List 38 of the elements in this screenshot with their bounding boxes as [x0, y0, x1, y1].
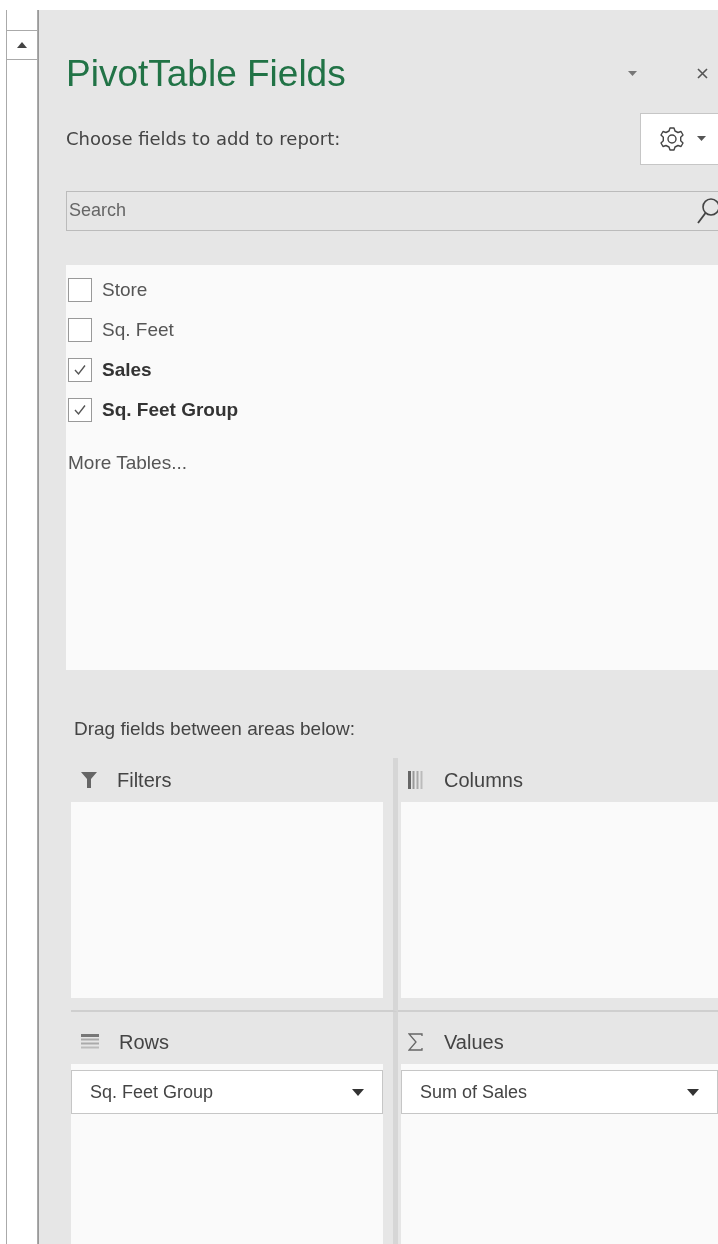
checkbox[interactable]: [68, 277, 92, 302]
checkbox[interactable]: [68, 317, 92, 342]
area-label: Rows: [119, 1030, 169, 1054]
rows-icon: [81, 1034, 99, 1050]
drop-area[interactable]: Sum of Sales: [401, 1064, 718, 1244]
caret-down-icon: [352, 1088, 364, 1096]
filter-icon: [81, 771, 97, 789]
search-icon: [696, 196, 718, 225]
caret-up-icon: [17, 42, 27, 48]
more-tables-link[interactable]: More Tables...: [68, 451, 187, 474]
sigma-icon: [408, 1033, 424, 1051]
gear-icon: [659, 125, 685, 152]
scrollbar[interactable]: [6, 10, 38, 1244]
check-icon: [73, 363, 87, 376]
field-label[interactable]: Sq. Feet Group: [102, 398, 239, 421]
checkbox[interactable]: [68, 357, 92, 382]
field-label[interactable]: Store: [102, 278, 148, 301]
close-icon: [697, 68, 708, 80]
tools-button[interactable]: [640, 112, 718, 165]
search-field[interactable]: Search: [66, 190, 718, 231]
check-icon: [73, 403, 87, 416]
area-label: Values: [444, 1030, 504, 1054]
field-label[interactable]: Sq. Feet: [102, 318, 174, 341]
drop-area[interactable]: Sq. Feet Group: [71, 1064, 383, 1244]
checkbox[interactable]: [68, 397, 92, 422]
field-dropdown[interactable]: Sq. Feet Group: [71, 1070, 383, 1114]
field-label[interactable]: Sales: [102, 358, 152, 381]
scroll-up-button[interactable]: [7, 30, 37, 60]
instruction-text: Drag fields between areas below:: [74, 718, 356, 742]
instruction-text: Choose fields to add to report:: [66, 128, 342, 150]
area-label: Filters: [117, 768, 172, 792]
caret-down-icon: [687, 1088, 699, 1096]
caret-down-icon: [697, 136, 706, 142]
pane-title: PivotTable Fields: [66, 52, 347, 95]
area-label: Columns: [444, 768, 523, 792]
caret-down-icon: [628, 71, 637, 77]
field-dropdown[interactable]: Sum of Sales: [401, 1070, 718, 1114]
columns-icon: [408, 771, 424, 789]
